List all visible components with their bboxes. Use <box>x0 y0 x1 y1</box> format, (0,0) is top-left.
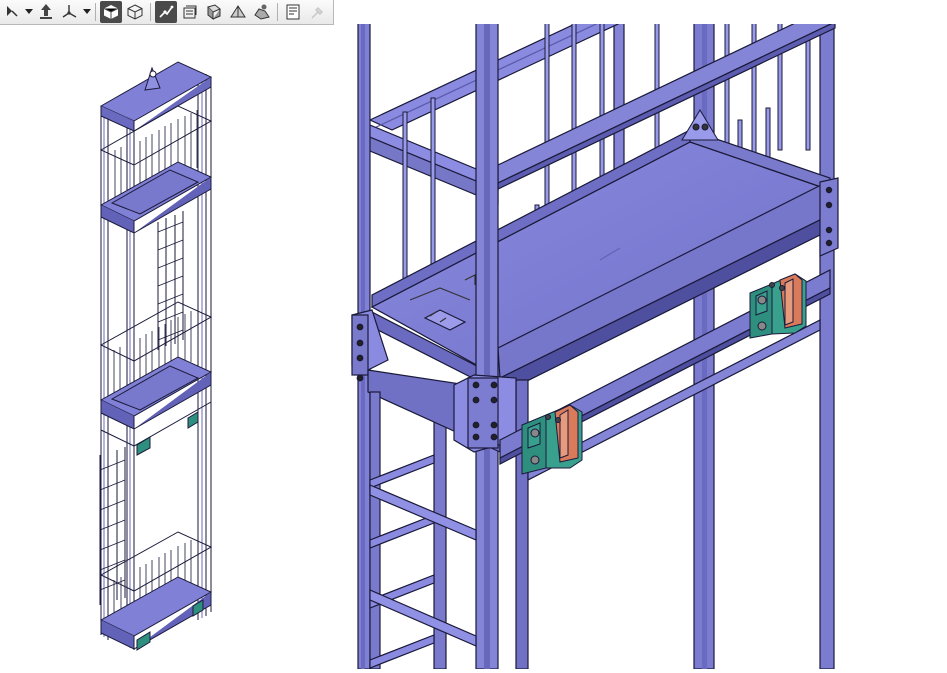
guide-shoe-front <box>521 404 583 475</box>
viewport-canvas[interactable] <box>0 0 947 670</box>
toolbar-separator <box>95 3 96 21</box>
right-bracket <box>819 177 839 257</box>
guide-shoe-rear <box>749 273 807 339</box>
wireframe-button[interactable] <box>124 1 146 23</box>
hide-show-button[interactable] <box>155 1 177 23</box>
shading-with-edges-icon <box>103 5 119 19</box>
multi-view-icon <box>230 5 246 18</box>
toolbar-separator <box>277 3 278 21</box>
overview-model[interactable] <box>99 61 213 651</box>
3d-viewport[interactable] <box>0 0 947 670</box>
swap-visible-space-icon <box>183 5 197 19</box>
hide-show-icon <box>159 5 174 18</box>
wireframe-icon <box>127 4 143 20</box>
color-picker-button[interactable] <box>306 1 328 23</box>
apply-material-icon <box>254 4 270 20</box>
properties-icon <box>286 4 300 20</box>
fly-mode-icon <box>40 4 52 19</box>
compass-dropdown[interactable] <box>82 1 92 23</box>
swap-visible-space-button[interactable] <box>179 1 201 23</box>
normal-view-button[interactable] <box>203 1 225 23</box>
view-mode-button[interactable] <box>1 1 23 23</box>
shading-with-edges-button[interactable] <box>100 1 122 23</box>
view-mode-icon <box>7 6 18 17</box>
view-mode-dropdown[interactable] <box>24 1 34 23</box>
apply-material-button[interactable] <box>251 1 273 23</box>
multi-view-button[interactable] <box>227 1 249 23</box>
fly-mode-button[interactable] <box>35 1 57 23</box>
dropdown-caret-icon <box>83 9 91 14</box>
axis-compass-button[interactable] <box>59 1 81 23</box>
dropdown-caret-icon <box>25 9 33 14</box>
normal-view-icon <box>207 4 221 21</box>
properties-button[interactable] <box>282 1 304 23</box>
axis-compass-icon <box>62 5 77 18</box>
detail-model[interactable] <box>351 0 839 670</box>
color-picker-icon <box>311 7 323 19</box>
view-toolbar <box>0 0 334 25</box>
toolbar-separator <box>150 3 151 21</box>
